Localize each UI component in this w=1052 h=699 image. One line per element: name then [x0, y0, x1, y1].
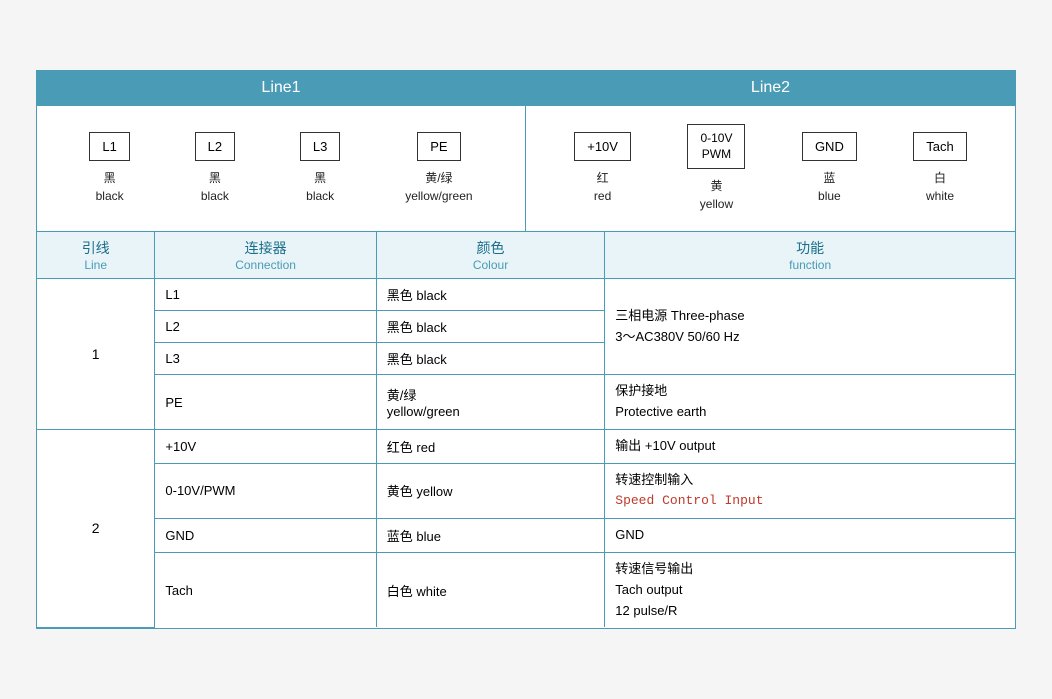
connector-L3: L3 黑black — [300, 132, 340, 205]
main-container: Line1 Line2 L1 黑black L2 黑black L3 黑blac… — [36, 70, 1016, 629]
connector-PE: PE 黄/绿yellow/green — [405, 132, 472, 205]
color-L3: 黑色 black — [376, 343, 605, 375]
table-row: GND 蓝色 blue GND — [37, 519, 1015, 553]
connector-label-Tach: 白white — [926, 169, 954, 205]
col-color-header: 颜色 Colour — [376, 232, 605, 279]
function-PWM: 转速控制输入Speed Control Input — [605, 463, 1015, 519]
table-row: 0-10V/PWM 黄色 yellow 转速控制输入Speed Control … — [37, 463, 1015, 519]
connector-label-PE: 黄/绿yellow/green — [405, 169, 472, 205]
connection-10V: +10V — [155, 429, 376, 463]
connector-label-L1: 黑black — [96, 169, 124, 205]
connection-L3: L3 — [155, 343, 376, 375]
color-Tach: 白色 white — [376, 553, 605, 628]
function-GND: GND — [605, 519, 1015, 553]
line-num-2: 2 — [37, 429, 155, 627]
line-num-1: 1 — [37, 279, 155, 430]
connector-Tach: Tach 白white — [913, 132, 966, 205]
connection-L1: L1 — [155, 279, 376, 311]
connector-label-L3: 黑black — [306, 169, 334, 205]
color-L2: 黑色 black — [376, 311, 605, 343]
connector-10V: +10V 红red — [574, 132, 631, 205]
connector-box-L3: L3 — [300, 132, 340, 161]
col-line-header: 引线 Line — [37, 232, 155, 279]
table-wrapper: 引线 Line 连接器 Connection 颜色 Colour 功能 func… — [37, 232, 1015, 628]
col-line-en: Line — [47, 258, 144, 272]
connector-label-GND: 蓝blue — [818, 169, 841, 205]
color-GND: 蓝色 blue — [376, 519, 605, 553]
connector-GND: GND 蓝blue — [802, 132, 857, 205]
connector-box-GND: GND — [802, 132, 857, 161]
connection-PE: PE — [155, 375, 376, 430]
speed-control-code: Speed Control Input — [615, 493, 763, 508]
function-PE: 保护接地Protective earth — [605, 375, 1015, 430]
diagram-row: L1 黑black L2 黑black L3 黑black PE 黄/绿yell… — [37, 106, 1015, 232]
col-conn-en: Connection — [165, 258, 365, 272]
connector-label-PWM: 黄yellow — [700, 177, 733, 213]
color-L1: 黑色 black — [376, 279, 605, 311]
connector-box-PWM: 0-10VPWM — [687, 124, 745, 169]
connector-box-L1: L1 — [89, 132, 129, 161]
connector-label-L2: 黑black — [201, 169, 229, 205]
table-row: Tach 白色 white 转速信号输出Tach output12 pulse/… — [37, 553, 1015, 628]
col-color-en: Colour — [387, 258, 595, 272]
color-10V: 红色 red — [376, 429, 605, 463]
color-PE: 黄/绿yellow/green — [376, 375, 605, 430]
function-L1-L3: 三相电源 Three-phase3～AC380V 50/60 Hz — [605, 279, 1015, 375]
wiring-table: 引线 Line 连接器 Connection 颜色 Colour 功能 func… — [37, 232, 1015, 628]
connector-label-10V: 红red — [594, 169, 611, 205]
function-10V: 输出 +10V output — [605, 429, 1015, 463]
color-PWM: 黄色 yellow — [376, 463, 605, 519]
col-conn-zh: 连接器 — [165, 238, 365, 258]
function-Tach: 转速信号输出Tach output12 pulse/R — [605, 553, 1015, 628]
connector-box-L2: L2 — [195, 132, 235, 161]
connector-box-Tach: Tach — [913, 132, 966, 161]
connector-L1: L1 黑black — [89, 132, 129, 205]
col-function-header: 功能 function — [605, 232, 1015, 279]
table-row: 2 +10V 红色 red 输出 +10V output — [37, 429, 1015, 463]
col-line-zh: 引线 — [47, 238, 144, 258]
table-row: 1 L1 黑色 black 三相电源 Three-phase3～AC380V 5… — [37, 279, 1015, 311]
line1-header: Line1 — [37, 71, 526, 105]
table-header-row: 引线 Line 连接器 Connection 颜色 Colour 功能 func… — [37, 232, 1015, 279]
header-row: Line1 Line2 — [37, 71, 1015, 106]
connector-L2: L2 黑black — [195, 132, 235, 205]
col-connection-header: 连接器 Connection — [155, 232, 376, 279]
line2-diagram: +10V 红red 0-10VPWM 黄yellow GND 蓝blue Tac… — [526, 106, 1015, 231]
connector-PWM: 0-10VPWM 黄yellow — [687, 124, 745, 213]
line1-diagram: L1 黑black L2 黑black L3 黑black PE 黄/绿yell… — [37, 106, 526, 231]
connection-L2: L2 — [155, 311, 376, 343]
connection-Tach: Tach — [155, 553, 376, 628]
line2-header: Line2 — [526, 71, 1015, 105]
table-row: PE 黄/绿yellow/green 保护接地Protective earth — [37, 375, 1015, 430]
col-func-en: function — [615, 258, 1005, 272]
col-color-zh: 颜色 — [387, 238, 595, 258]
connector-box-10V: +10V — [574, 132, 631, 161]
col-func-zh: 功能 — [615, 238, 1005, 258]
connector-box-PE: PE — [417, 132, 460, 161]
connection-PWM: 0-10V/PWM — [155, 463, 376, 519]
connection-GND: GND — [155, 519, 376, 553]
